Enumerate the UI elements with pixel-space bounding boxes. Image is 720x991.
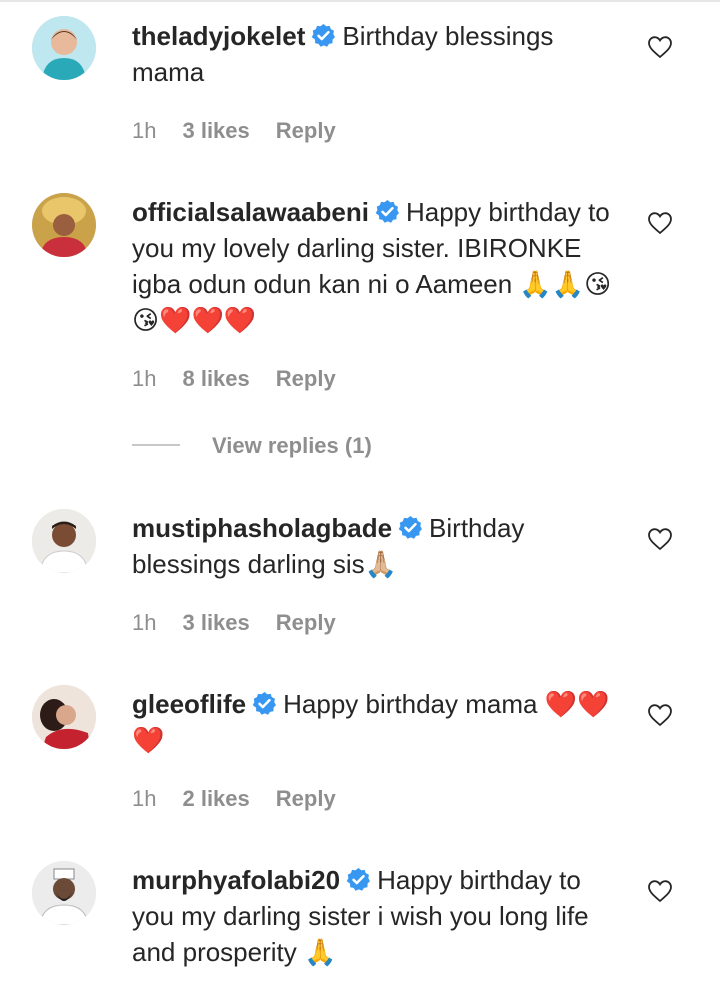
- like-heart-icon[interactable]: [647, 211, 673, 235]
- verified-badge-icon: [398, 515, 423, 540]
- comment-time: 1h: [132, 366, 157, 391]
- top-divider: [0, 0, 720, 2]
- avatar-image: [32, 16, 96, 80]
- username[interactable]: murphyafolabi20: [132, 865, 340, 895]
- view-replies-label: View replies (1): [212, 433, 372, 458]
- username[interactable]: gleeoflife: [132, 689, 246, 719]
- avatar[interactable]: [32, 861, 96, 925]
- verified-badge-icon: [375, 199, 400, 224]
- avatar-image: [32, 861, 96, 925]
- like-heart-icon[interactable]: [647, 527, 673, 551]
- avatar[interactable]: [32, 685, 96, 749]
- comment-text-block: mustiphasholagbade Birthday blessings dar…: [132, 510, 612, 582]
- comment-meta: 1h 8 likes Reply: [132, 365, 362, 393]
- comment-text-block: murphyafolabi20 Happy birthday to you my …: [132, 862, 612, 970]
- comment-time: 1h: [132, 610, 157, 635]
- avatar[interactable]: [32, 16, 96, 80]
- likes-count[interactable]: 8 likes: [182, 366, 249, 391]
- comment-time: 1h: [132, 118, 157, 143]
- avatar-image: [32, 193, 96, 257]
- verified-badge-icon: [252, 691, 277, 716]
- username[interactable]: theladyjokelet: [132, 21, 305, 51]
- comment-meta: 1h 2 likes Reply: [132, 785, 362, 813]
- comment-meta: 1h 3 likes Reply: [132, 609, 362, 637]
- avatar[interactable]: [32, 193, 96, 257]
- username[interactable]: mustiphasholagbade: [132, 513, 392, 543]
- comment-meta: 1h 3 likes Reply: [132, 117, 362, 145]
- view-replies-button[interactable]: View replies (1): [132, 432, 372, 460]
- comment-text-block: gleeoflife Happy birthday mama ❤️❤️❤️: [132, 686, 612, 758]
- comment-time: 1h: [132, 786, 157, 811]
- avatar-image: [32, 685, 96, 749]
- replies-divider: [132, 444, 180, 447]
- like-heart-icon[interactable]: [647, 879, 673, 903]
- comment-text-block: theladyjokelet Birthday blessings mama: [132, 18, 612, 90]
- verified-badge-icon: [311, 23, 336, 48]
- like-heart-icon[interactable]: [647, 703, 673, 727]
- reply-button[interactable]: Reply: [276, 610, 336, 635]
- username[interactable]: officialsalawaabeni: [132, 197, 369, 227]
- comment-text-block: officialsalawaabeni Happy birthday to you…: [132, 194, 612, 338]
- reply-button[interactable]: Reply: [276, 786, 336, 811]
- likes-count[interactable]: 2 likes: [182, 786, 249, 811]
- avatar[interactable]: [32, 509, 96, 573]
- avatar-image: [32, 509, 96, 573]
- likes-count[interactable]: 3 likes: [182, 610, 249, 635]
- verified-badge-icon: [346, 867, 371, 892]
- likes-count[interactable]: 3 likes: [182, 118, 249, 143]
- reply-button[interactable]: Reply: [276, 366, 336, 391]
- like-heart-icon[interactable]: [647, 35, 673, 59]
- reply-button[interactable]: Reply: [276, 118, 336, 143]
